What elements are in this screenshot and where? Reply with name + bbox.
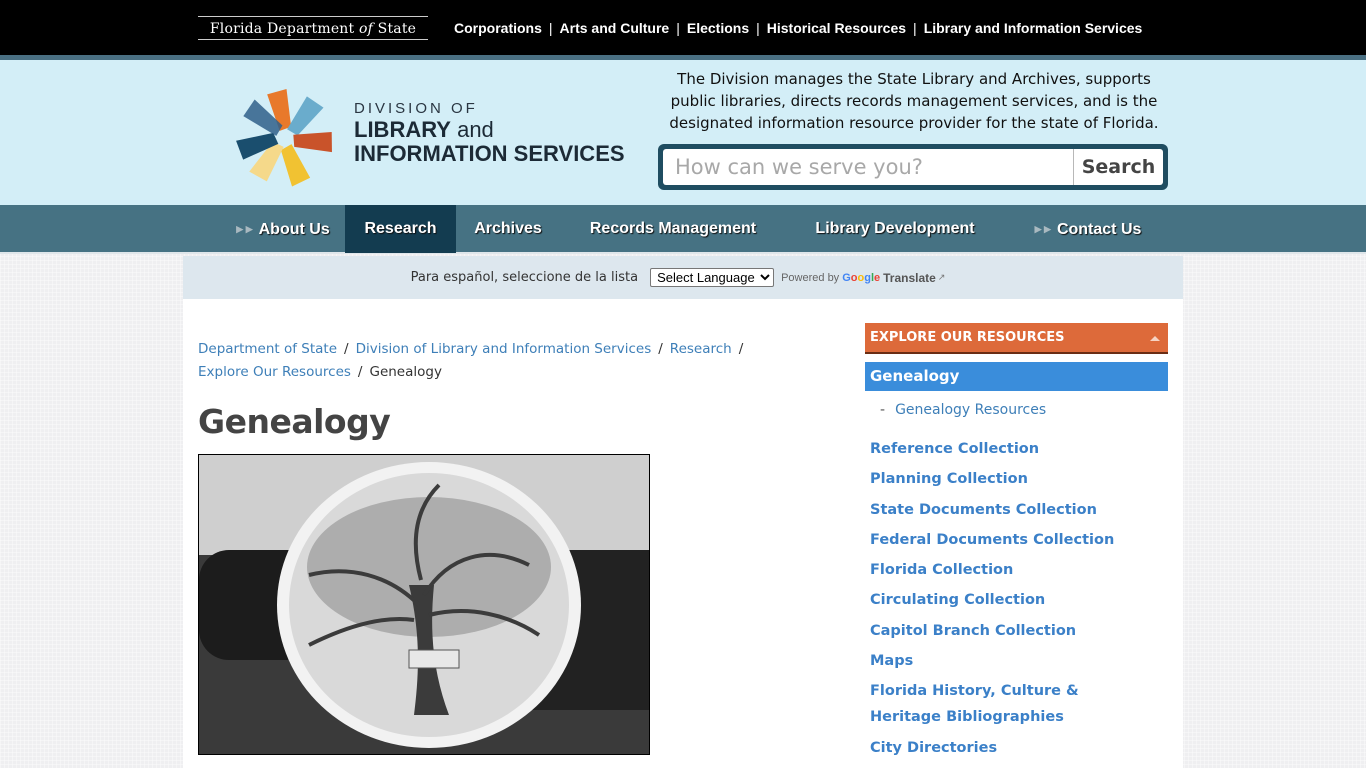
breadcrumb-separator: / xyxy=(658,341,663,357)
external-link-icon: ↗ xyxy=(937,272,946,283)
top-bar: Florida Department of State Corporations… xyxy=(0,0,1366,55)
sidebar-item-florida-collection[interactable]: Florida Collection xyxy=(870,557,1168,583)
sidebar-item-city-directories[interactable]: City Directories xyxy=(870,735,1168,761)
sidebar-item-maps[interactable]: Maps xyxy=(870,648,1168,674)
powered-by-text: Powered by xyxy=(781,271,840,284)
content-panel: Para español, seleccione de la lista Sel… xyxy=(183,256,1183,768)
nav-label: Records Management xyxy=(589,220,757,237)
logo-line2: LIBRARY and xyxy=(354,118,625,142)
logo-line1: DIVISION OF xyxy=(354,100,478,117)
nav-label: Research xyxy=(364,220,437,237)
sidebar-heading-label: EXPLORE OUR RESOURCES xyxy=(870,330,1065,345)
google-letter: g xyxy=(864,271,871,284)
top-link-arts-and-culture[interactable]: Arts and Culture xyxy=(560,20,670,36)
language-select[interactable]: Select Language xyxy=(650,268,775,287)
top-link-corporations[interactable]: Corporations xyxy=(454,20,542,36)
logo-text-of: of xyxy=(359,21,374,37)
breadcrumb-separator: / xyxy=(357,364,363,380)
breadcrumb-separator: / xyxy=(344,341,349,357)
logo-text-post: State xyxy=(373,21,417,37)
page-title: Genealogy xyxy=(198,402,391,441)
google-logo: Google xyxy=(842,272,880,284)
top-nav: Corporations | Arts and Culture | Election… xyxy=(454,18,1142,38)
logo-line2-light: and xyxy=(450,117,494,142)
breadcrumb-department-of-state[interactable]: Department of State xyxy=(198,341,337,357)
sidebar-item-florida-history-bibliographies[interactable]: Florida History, Culture & Heritage Bibl… xyxy=(870,678,1150,730)
division-tagline: The Division manages the State Library a… xyxy=(669,70,1159,132)
logo-line2-bold: LIBRARY xyxy=(354,117,451,142)
genealogy-photo xyxy=(198,454,650,755)
separator: | xyxy=(756,20,760,36)
nav-item-library-development[interactable]: Library Development xyxy=(800,205,990,253)
sub-item-label: Genealogy Resources xyxy=(895,402,1047,418)
sidebar-item-planning-collection[interactable]: Planning Collection xyxy=(870,466,1168,492)
search-input[interactable] xyxy=(663,149,1073,185)
breadcrumb-division[interactable]: Division of Library and Information Serv… xyxy=(356,341,652,357)
main-nav: ▶ ▶ About Us Research Archives Records Ma… xyxy=(0,205,1366,254)
florida-department-of-state-logo[interactable]: Florida Department of State xyxy=(198,16,428,40)
sidebar-item-state-documents-collection[interactable]: State Documents Collection xyxy=(870,497,1168,523)
google-translate-link[interactable]: Translate xyxy=(883,271,936,285)
separator: | xyxy=(548,20,553,36)
breadcrumb-research[interactable]: Research xyxy=(670,341,732,357)
submenu-arrow-icon: ▶ ▶ xyxy=(1034,224,1051,234)
nav-label: About Us xyxy=(258,221,330,238)
separator: | xyxy=(913,20,917,36)
site-search-form: Search xyxy=(658,144,1168,190)
google-letter: G xyxy=(842,271,851,284)
sidebar-item-circulating-collection[interactable]: Circulating Collection xyxy=(870,587,1168,613)
search-button[interactable]: Search xyxy=(1073,149,1163,185)
sidebar-item-federal-documents-collection[interactable]: Federal Documents Collection xyxy=(870,527,1168,553)
top-link-library-information-services[interactable]: Library and Information Services xyxy=(924,20,1143,36)
family-tree-plate-image xyxy=(199,455,649,754)
separator: | xyxy=(676,20,680,36)
sidebar-resource-list: Reference Collection Planning Collection… xyxy=(870,436,1168,765)
sidebar-item-reference-collection[interactable]: Reference Collection xyxy=(870,436,1168,462)
sub-item-dash: - xyxy=(880,402,886,418)
nav-label: Archives xyxy=(474,220,542,237)
top-link-elections[interactable]: Elections xyxy=(687,20,749,36)
sidebar-item-genealogy-active[interactable]: Genealogy xyxy=(865,362,1168,391)
breadcrumb-explore-our-resources[interactable]: Explore Our Resources xyxy=(198,364,351,380)
sidebar-item-capitol-branch-collection[interactable]: Capitol Branch Collection xyxy=(870,618,1168,644)
sidebar-subitem-genealogy-resources[interactable]: - Genealogy Resources xyxy=(880,402,1046,418)
translate-bar: Para español, seleccione de la lista Sel… xyxy=(183,256,1183,299)
logo-text-pre: Florida Department xyxy=(209,21,359,37)
nav-label: Library Development xyxy=(815,220,975,237)
nav-label: Contact Us xyxy=(1056,221,1142,238)
nav-item-records-management[interactable]: Records Management xyxy=(574,205,772,253)
division-logo-text[interactable]: DIVISION OF LIBRARY and INFORMATION SERV… xyxy=(354,100,625,166)
nav-item-archives[interactable]: Archives xyxy=(458,205,558,253)
breadcrumb: Department of State / Division of Library … xyxy=(198,338,758,384)
sidebar-heading-explore-our-resources[interactable]: EXPLORE OUR RESOURCES xyxy=(865,323,1168,354)
collapse-caret-icon[interactable] xyxy=(1150,336,1160,341)
top-link-historical-resources[interactable]: Historical Resources xyxy=(767,20,906,36)
submenu-arrow-icon: ▶ ▶ xyxy=(236,224,253,234)
nav-item-research[interactable]: Research xyxy=(345,205,456,253)
google-letter: e xyxy=(874,271,881,284)
nav-item-about-us[interactable]: ▶ ▶ About Us xyxy=(222,205,344,253)
logo-line3: INFORMATION SERVICES xyxy=(354,141,625,166)
breadcrumb-separator: / xyxy=(738,341,744,357)
library-logo-icon[interactable] xyxy=(233,86,337,190)
nav-item-contact-us[interactable]: ▶ ▶ Contact Us xyxy=(1026,205,1150,253)
breadcrumb-current: Genealogy xyxy=(369,364,442,380)
translate-label: Para español, seleccione de la lista xyxy=(410,270,639,285)
